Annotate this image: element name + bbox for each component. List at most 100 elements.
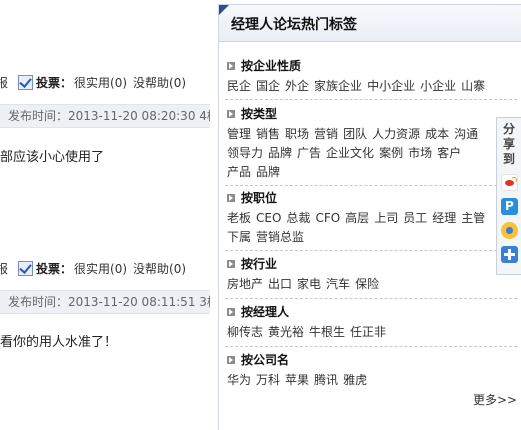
- vote-label: 投票：: [36, 75, 73, 90]
- divider: [225, 250, 517, 251]
- bullet-icon: [227, 194, 235, 202]
- tag-link[interactable]: 领导力: [227, 146, 263, 160]
- tag-link[interactable]: 主管: [461, 211, 485, 225]
- tag-list: 华为 万科 苹果 腾讯 雅虎: [227, 371, 517, 390]
- section-industry: 按行业 房地产 出口 家电 汽车 保险: [227, 255, 517, 294]
- qzone-icon[interactable]: [501, 198, 518, 215]
- tag-link[interactable]: 牛根生: [309, 325, 345, 339]
- panel-title: 经理人论坛热门标签: [231, 17, 357, 33]
- tag-link[interactable]: 小企业: [420, 79, 456, 93]
- weibo-icon[interactable]: [501, 174, 518, 191]
- vote-check-icon: [18, 74, 34, 90]
- tag-link[interactable]: 万科: [256, 373, 280, 387]
- tag-list: 管理 销售 职场 营销 团队 人力资源 成本 沟通领导力 品牌 广告 企业文化 案例 市场 客户产品 品牌: [227, 125, 495, 182]
- bullet-icon: [227, 62, 235, 70]
- tag-link[interactable]: CFO: [315, 211, 340, 225]
- bullet-icon: [227, 110, 235, 118]
- vote-useless-link[interactable]: 没帮助(0): [133, 74, 186, 91]
- share-bar: 分享到: [496, 117, 521, 275]
- divider: [225, 346, 517, 347]
- tag-link[interactable]: 柳传志: [227, 325, 263, 339]
- tag-link[interactable]: 腾讯: [314, 373, 338, 387]
- post-meta-bar: 发布时间：2013-11-20 08:20:30 4楼: [0, 104, 210, 128]
- tag-link[interactable]: 销售: [256, 127, 280, 141]
- section-title: 按经理人: [241, 305, 290, 319]
- vote-check-icon: [18, 260, 34, 276]
- more-share-icon[interactable]: [501, 246, 518, 263]
- post-meta-bar: 发布时间：2013-11-20 08:11:51 3楼: [0, 290, 210, 314]
- tag-link[interactable]: 家电: [297, 277, 321, 291]
- tag-link[interactable]: 老板: [227, 211, 251, 225]
- tag-link[interactable]: 外企: [285, 79, 309, 93]
- tag-link[interactable]: 国企: [256, 79, 280, 93]
- tag-link[interactable]: 品牌: [256, 165, 280, 179]
- tag-link[interactable]: 成本: [425, 127, 449, 141]
- tag-link[interactable]: 员工: [403, 211, 427, 225]
- tag-list: 老板 CEO 总裁 CFO 高层 上司 员工 经理 主管下属 营销总监: [227, 209, 495, 247]
- tag-link[interactable]: 苹果: [285, 373, 309, 387]
- pengyou-icon[interactable]: [501, 222, 518, 239]
- tag-link[interactable]: 案例: [379, 146, 403, 160]
- tag-link[interactable]: 上司: [374, 211, 398, 225]
- section-title: 按行业: [241, 257, 278, 271]
- tag-link[interactable]: 汽车: [326, 277, 350, 291]
- tag-link[interactable]: 企业文化: [326, 146, 374, 160]
- tag-link[interactable]: 沟通: [454, 127, 478, 141]
- tag-link[interactable]: 出口: [268, 277, 292, 291]
- tag-link[interactable]: 营销总监: [256, 230, 304, 244]
- tag-link[interactable]: 经理: [432, 211, 456, 225]
- vote-row: 报 投票： 很实用(0) 没帮助(0): [0, 71, 210, 93]
- tag-link[interactable]: 房地产: [227, 277, 263, 291]
- tag-link[interactable]: 下属: [227, 230, 251, 244]
- tag-link[interactable]: 民企: [227, 79, 251, 93]
- tag-link[interactable]: 团队: [343, 127, 367, 141]
- divider: [225, 298, 517, 299]
- tag-link[interactable]: 职场: [285, 127, 309, 141]
- tag-link[interactable]: 广告: [297, 146, 321, 160]
- tag-link[interactable]: 客户: [437, 146, 461, 160]
- post-time: 发布时间：2013-11-20 08:11:51 3楼: [8, 295, 210, 309]
- tag-list: 民企 国企 外企 家族企业 中小企业 小企业 山寨: [227, 77, 517, 96]
- tag-link[interactable]: 人力资源: [372, 127, 420, 141]
- section-position: 按职位 老板 CEO 总裁 CFO 高层 上司 员工 经理 主管下属 营销总监: [227, 189, 517, 247]
- divider: [225, 99, 517, 100]
- tag-link[interactable]: CEO: [256, 211, 281, 225]
- post-content: 部应该小心使用了: [0, 150, 105, 165]
- section-manager: 按经理人 柳传志 黄光裕 牛根生 任正非: [227, 303, 517, 342]
- tag-link[interactable]: 山寨: [461, 79, 485, 93]
- tag-link[interactable]: 市场: [408, 146, 432, 160]
- tag-link[interactable]: 营销: [314, 127, 338, 141]
- tag-link[interactable]: 黄光裕: [268, 325, 304, 339]
- report-link[interactable]: 报: [0, 260, 8, 277]
- tag-link[interactable]: 保险: [355, 277, 379, 291]
- vote-useless-link[interactable]: 没帮助(0): [133, 260, 186, 277]
- section-company: 按公司名 华为 万科 苹果 腾讯 雅虎: [227, 351, 517, 390]
- post-time: 发布时间：2013-11-20 08:20:30 4楼: [8, 109, 210, 123]
- vote-useful-link[interactable]: 很实用(0): [74, 260, 127, 277]
- section-category: 按类型 管理 销售 职场 营销 团队 人力资源 成本 沟通领导力 品牌 广告 企业文化 案例 市场 客户产…: [227, 105, 517, 182]
- tag-link[interactable]: 家族企业: [314, 79, 362, 93]
- tag-list: 房地产 出口 家电 汽车 保险: [227, 275, 517, 294]
- section-title: 按类型: [241, 107, 278, 121]
- report-link[interactable]: 报: [0, 74, 8, 91]
- bullet-icon: [227, 308, 235, 316]
- tag-link[interactable]: 品牌: [268, 146, 292, 160]
- tag-link[interactable]: 总裁: [286, 211, 310, 225]
- tag-link[interactable]: 任正非: [350, 325, 386, 339]
- share-label: 分享到: [503, 122, 516, 166]
- tag-link[interactable]: 雅虎: [343, 373, 367, 387]
- section-title: 按公司名: [241, 353, 290, 367]
- tag-link[interactable]: 高层: [345, 211, 369, 225]
- tag-link[interactable]: 中小企业: [367, 79, 415, 93]
- corner-mark-icon: [219, 5, 229, 15]
- vote-useful-link[interactable]: 很实用(0): [74, 74, 127, 91]
- post-list: 报 投票： 很实用(0) 没帮助(0) 发布时间：2013-11-20 08:2…: [0, 0, 210, 430]
- tag-link[interactable]: 管理: [227, 127, 251, 141]
- vote-label: 投票：: [36, 261, 73, 276]
- tag-link[interactable]: 华为: [227, 373, 251, 387]
- more-tags-link[interactable]: 更多>>: [473, 391, 517, 408]
- tag-link[interactable]: 产品: [227, 165, 251, 179]
- section-enterprise-type: 按企业性质 民企 国企 外企 家族企业 中小企业 小企业 山寨: [227, 57, 517, 96]
- bullet-icon: [227, 260, 235, 268]
- bullet-icon: [227, 356, 235, 364]
